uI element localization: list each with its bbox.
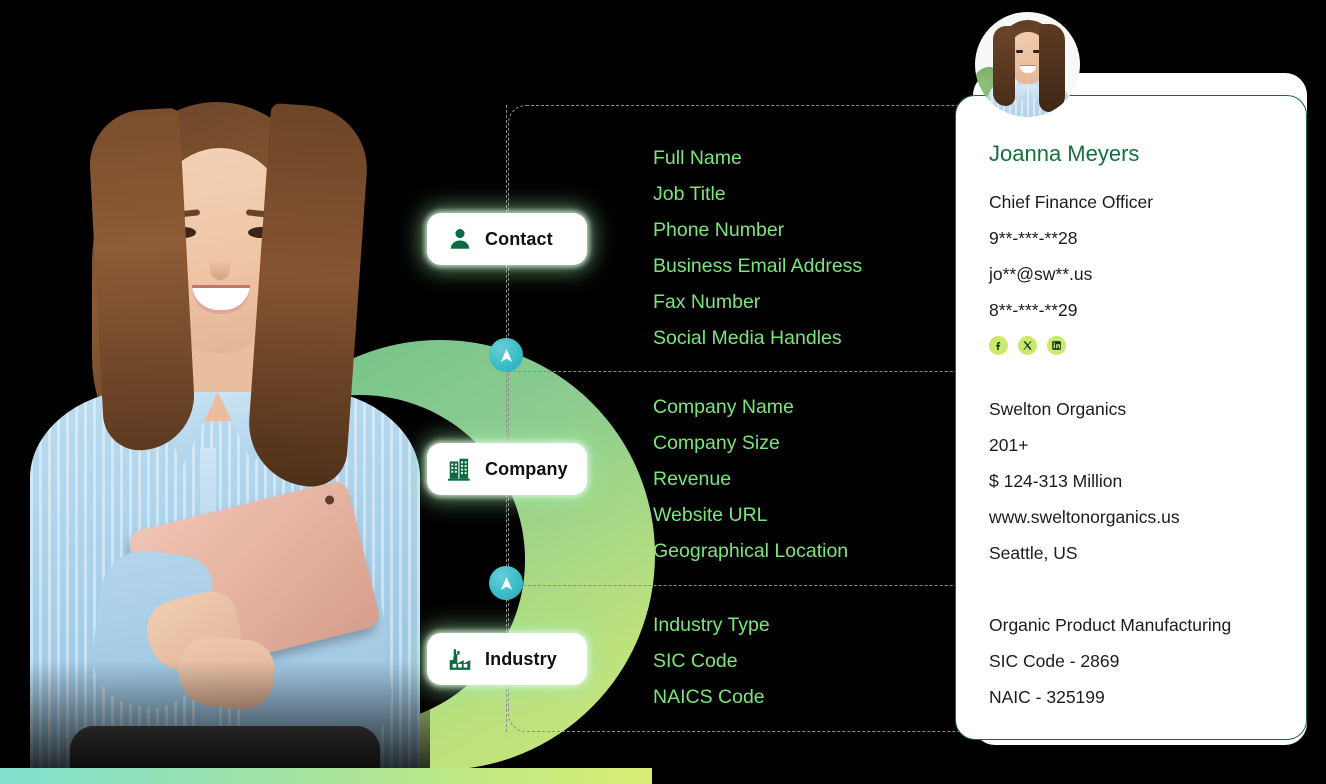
linkedin-icon[interactable] (1047, 336, 1066, 355)
field-label: SIC Code (653, 650, 738, 672)
field-labels-industry: Industry Type SIC Code NAICS Code (653, 607, 770, 715)
field-label: Company Name (653, 396, 794, 418)
field-label: Revenue (653, 468, 732, 490)
record-company-name: Swelton Organics (989, 399, 1127, 419)
category-pill-industry[interactable]: Industry (427, 633, 587, 685)
field-label: Website URL (653, 504, 768, 526)
x-twitter-icon[interactable] (1018, 336, 1037, 355)
record-location: Seattle, US (989, 543, 1078, 563)
facebook-icon[interactable] (989, 336, 1008, 355)
field-label: NAICS Code (653, 686, 765, 708)
field-label: Company Size (653, 432, 780, 454)
person-photo (0, 96, 430, 784)
avatar (975, 12, 1080, 117)
record-naics-code: NAIC - 325199 (989, 687, 1105, 707)
record-job-title: Chief Finance Officer (989, 192, 1154, 212)
record-phone: 9**-***-**28 (989, 228, 1078, 248)
field-label: Fax Number (653, 291, 761, 313)
category-pill-label: Contact (485, 228, 553, 249)
record-website: www.sweltonorganics.us (989, 507, 1180, 527)
record-name: Joanna Meyers (989, 141, 1140, 166)
field-labels-company: Company Name Company Size Revenue Websit… (653, 389, 848, 569)
social-links (989, 336, 1290, 355)
person-icon (447, 226, 473, 252)
infographic-stage: Contact Company Industry Full Name Job T… (0, 0, 1326, 784)
category-pill-label: Industry (485, 648, 557, 669)
category-pill-company[interactable]: Company (427, 443, 587, 495)
field-label: Social Media Handles (653, 327, 842, 349)
field-label: Geographical Location (653, 540, 849, 562)
field-label: Industry Type (653, 614, 770, 636)
category-pill-contact[interactable]: Contact (427, 213, 587, 265)
company-values: Swelton Organics 201+ $ 124-313 Million … (989, 391, 1290, 571)
navigation-arrow-icon (489, 566, 523, 600)
record-industry-type: Organic Product Manufacturing (989, 615, 1232, 635)
record-revenue: $ 124-313 Million (989, 471, 1123, 491)
category-pill-label: Company (485, 458, 568, 479)
navigation-arrow-icon (489, 338, 523, 372)
field-label: Job Title (653, 183, 726, 205)
record-card: Joanna Meyers Chief Finance Officer 9**-… (955, 95, 1307, 740)
industry-values: Organic Product Manufacturing SIC Code -… (989, 607, 1290, 715)
bottom-accent-bar (0, 768, 652, 784)
record-company-size: 201+ (989, 435, 1029, 455)
building-icon (447, 456, 473, 482)
record-email: jo**@sw**.us (989, 264, 1093, 284)
record-fax: 8**-***-**29 (989, 300, 1078, 320)
record-sic-code: SIC Code - 2869 (989, 651, 1120, 671)
field-label: Full Name (653, 147, 742, 169)
field-labels-contact: Full Name Job Title Phone Number Busines… (653, 140, 862, 356)
field-label: Phone Number (653, 219, 785, 241)
factory-icon (447, 646, 473, 672)
field-label: Business Email Address (653, 255, 863, 277)
